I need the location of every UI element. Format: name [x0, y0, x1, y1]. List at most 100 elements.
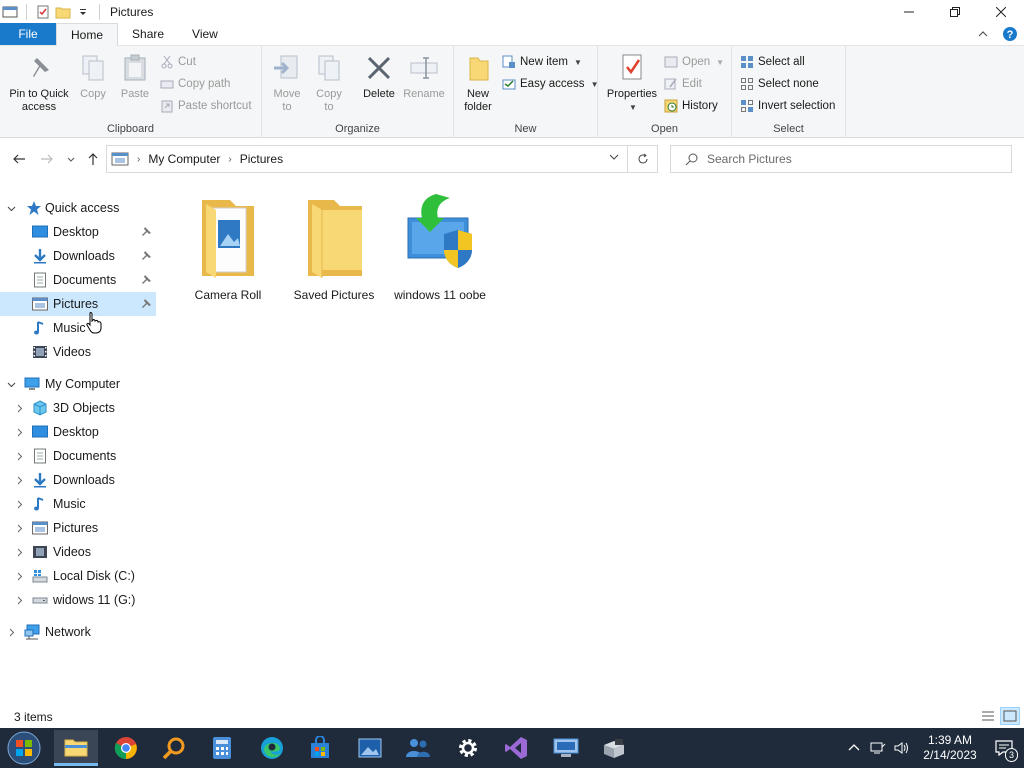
- chevron-right-icon[interactable]: [14, 499, 24, 509]
- up-button[interactable]: [84, 150, 102, 168]
- quick-item-downloads[interactable]: Downloads: [0, 244, 156, 268]
- rename-button[interactable]: Rename: [402, 52, 446, 101]
- tab-home[interactable]: Home: [56, 23, 119, 46]
- pin-icon[interactable]: [140, 274, 152, 286]
- chevron-right-icon[interactable]: [14, 403, 24, 413]
- chevron-right-icon[interactable]: [14, 475, 24, 485]
- address-history-dropdown[interactable]: [609, 152, 619, 165]
- quick-item-videos[interactable]: Videos: [0, 340, 156, 364]
- help-icon[interactable]: ?: [1002, 26, 1018, 42]
- minimize-button[interactable]: [886, 0, 932, 24]
- taskbar-edge[interactable]: [250, 730, 294, 766]
- action-center-button[interactable]: 3: [984, 728, 1024, 768]
- open-button[interactable]: Open ▼: [664, 52, 724, 72]
- taskbar-file-explorer[interactable]: [54, 730, 98, 766]
- tree-my-computer[interactable]: My Computer: [0, 372, 156, 396]
- search-input[interactable]: [707, 152, 1007, 166]
- chevron-right-icon[interactable]: [14, 595, 24, 605]
- chevron-right-icon[interactable]: [14, 571, 24, 581]
- quick-item-pictures[interactable]: Pictures: [0, 292, 156, 316]
- taskbar-search-app[interactable]: [152, 730, 196, 766]
- chevron-right-icon[interactable]: [14, 523, 24, 533]
- breadcrumb-separator-icon[interactable]: ›: [228, 154, 231, 165]
- tab-view[interactable]: View: [178, 23, 232, 45]
- paste-shortcut-button[interactable]: Paste shortcut: [160, 96, 252, 116]
- paste-button[interactable]: Paste: [118, 52, 152, 101]
- quick-item-documents[interactable]: Documents: [0, 268, 156, 292]
- pin-icon[interactable]: [140, 298, 152, 310]
- easy-access-button[interactable]: Easy access ▼: [502, 74, 598, 94]
- tree-quick-access[interactable]: Quick access: [0, 196, 156, 220]
- explorer-window-icon[interactable]: [2, 4, 18, 20]
- pin-to-quick-access-button[interactable]: Pin to Quick access: [6, 52, 72, 114]
- search-box[interactable]: [670, 145, 1012, 173]
- computer-item-music[interactable]: Music: [0, 492, 156, 516]
- computer-item-3d-objects[interactable]: 3D Objects: [0, 396, 156, 420]
- file-item-saved-pictures[interactable]: Saved Pictures: [280, 192, 388, 308]
- details-view-button[interactable]: [978, 707, 998, 725]
- collapse-ribbon-icon[interactable]: [978, 29, 988, 39]
- copy-to-button[interactable]: Copy to: [310, 52, 348, 114]
- select-all-button[interactable]: Select all: [740, 52, 805, 72]
- computer-item-pictures[interactable]: Pictures: [0, 516, 156, 540]
- breadcrumb-pictures[interactable]: Pictures: [240, 152, 283, 166]
- file-item-camera-roll[interactable]: Camera Roll: [174, 192, 282, 308]
- taskbar-calculator[interactable]: [200, 730, 244, 766]
- volume-icon[interactable]: [894, 741, 910, 755]
- properties-button[interactable]: Properties ▼: [602, 52, 662, 114]
- close-button[interactable]: [978, 0, 1024, 24]
- expand-chevron-icon[interactable]: [6, 379, 16, 389]
- chevron-right-icon[interactable]: [14, 451, 24, 461]
- large-icons-view-button[interactable]: [1000, 707, 1020, 725]
- new-item-button[interactable]: New item ▼: [502, 52, 582, 72]
- quick-item-music[interactable]: Music: [0, 316, 156, 340]
- copy-path-button[interactable]: Copy path: [160, 74, 230, 94]
- properties-icon[interactable]: [35, 4, 51, 20]
- edit-button[interactable]: Edit: [664, 74, 702, 94]
- refresh-button[interactable]: [627, 146, 657, 172]
- file-item-windows-11-oobe[interactable]: windows 11 oobe: [386, 192, 494, 308]
- start-button[interactable]: [2, 730, 46, 766]
- taskbar-people[interactable]: [396, 730, 440, 766]
- chevron-right-icon[interactable]: [6, 627, 16, 637]
- taskbar-remote-desktop[interactable]: [544, 730, 588, 766]
- invert-selection-button[interactable]: Invert selection: [740, 96, 835, 116]
- taskbar-settings[interactable]: [446, 730, 490, 766]
- tab-file[interactable]: File: [0, 23, 56, 45]
- computer-item-usb-drive[interactable]: widows 11 (G:): [0, 588, 156, 612]
- taskbar-installer[interactable]: [592, 730, 636, 766]
- taskbar-chrome[interactable]: [104, 730, 148, 766]
- computer-item-documents[interactable]: Documents: [0, 444, 156, 468]
- move-to-button[interactable]: Move to: [268, 52, 306, 114]
- select-none-button[interactable]: Select none: [740, 74, 819, 94]
- quick-item-desktop[interactable]: Desktop: [0, 220, 156, 244]
- computer-item-desktop[interactable]: Desktop: [0, 420, 156, 444]
- forward-button[interactable]: [38, 150, 56, 168]
- restore-button[interactable]: [932, 0, 978, 24]
- taskbar-clock[interactable]: 1:39 AM 2/14/2023: [916, 733, 984, 763]
- cut-button[interactable]: Cut: [160, 52, 196, 72]
- computer-item-local-disk[interactable]: Local Disk (C:): [0, 564, 156, 588]
- expand-chevron-icon[interactable]: [6, 203, 16, 213]
- computer-item-videos[interactable]: Videos: [0, 540, 156, 564]
- chevron-right-icon[interactable]: [14, 547, 24, 557]
- tree-network[interactable]: Network: [0, 620, 156, 644]
- pin-icon[interactable]: [140, 226, 152, 238]
- breadcrumb-my-computer[interactable]: My Computer: [148, 152, 220, 166]
- tab-share[interactable]: Share: [118, 23, 178, 45]
- taskbar-store[interactable]: [298, 730, 342, 766]
- taskbar-visual-studio[interactable]: [494, 730, 538, 766]
- address-bar[interactable]: › My Computer › Pictures: [106, 145, 658, 173]
- pin-icon[interactable]: [140, 250, 152, 262]
- recent-locations-button[interactable]: [62, 150, 80, 168]
- customize-qat-icon[interactable]: [75, 4, 91, 20]
- show-hidden-icons-chevron-icon[interactable]: [848, 742, 860, 754]
- delete-button[interactable]: Delete: [358, 52, 400, 101]
- chevron-right-icon[interactable]: [14, 427, 24, 437]
- copy-button[interactable]: Copy: [76, 52, 110, 101]
- computer-item-downloads[interactable]: Downloads: [0, 468, 156, 492]
- new-folder-button[interactable]: New folder: [460, 52, 496, 114]
- back-button[interactable]: [10, 150, 28, 168]
- history-button[interactable]: History: [664, 96, 718, 116]
- breadcrumb-separator-icon[interactable]: ›: [137, 154, 140, 165]
